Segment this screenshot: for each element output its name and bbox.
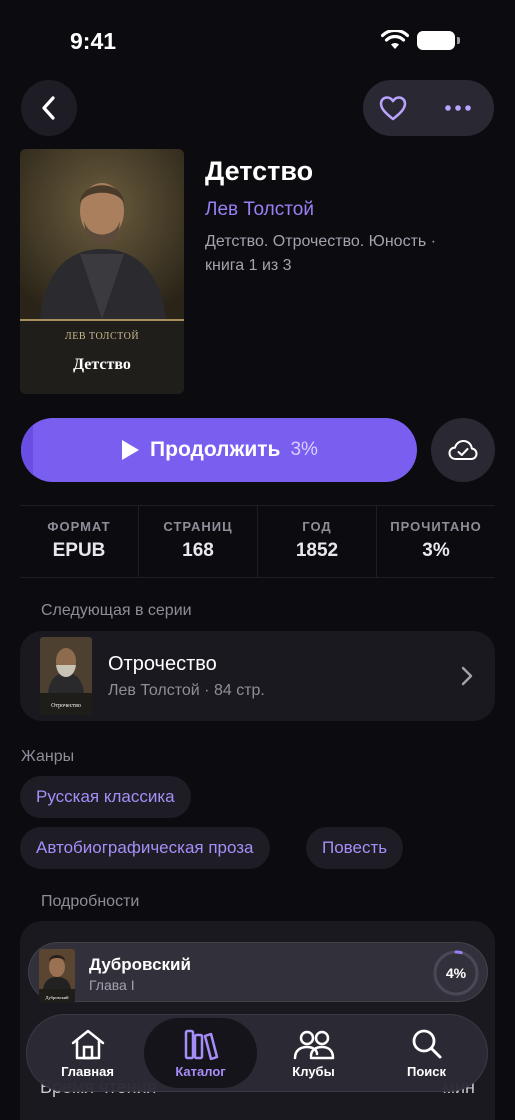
next-in-series-card[interactable]: Отрочество Отрочество Лев Толстой · 84 с… bbox=[20, 631, 495, 721]
tab-catalog[interactable]: Каталог bbox=[144, 1018, 257, 1088]
tab-search[interactable]: Поиск bbox=[370, 1018, 483, 1088]
play-icon bbox=[122, 440, 140, 460]
stat-read: ПРОЧИТАНО 3% bbox=[377, 506, 495, 577]
book-stats: ФОРМАТ EPUB СТРАНИЦ 168 ГОД 1852 ПРОЧИТА… bbox=[20, 505, 495, 578]
next-book-title: Отрочество bbox=[108, 653, 217, 675]
favorite-button[interactable] bbox=[363, 80, 423, 136]
mini-thumb-title: Дубровский bbox=[45, 995, 69, 1000]
next-in-series-heading: Следующая в серии bbox=[41, 602, 192, 619]
mini-player-cover-image: Дубровский bbox=[39, 949, 75, 1003]
cover-author: ЛЕВ ТОЛСТОЙ bbox=[64, 331, 140, 342]
continue-label: Продолжить bbox=[150, 438, 281, 461]
genre-chip[interactable]: Русская классика bbox=[20, 776, 191, 818]
cover-title: Детство bbox=[73, 356, 131, 373]
continue-progress-fill bbox=[21, 418, 33, 482]
stat-label: ФОРМАТ bbox=[47, 519, 111, 534]
genre-chip[interactable]: Автобиографическая проза bbox=[20, 827, 270, 869]
back-button[interactable] bbox=[21, 80, 77, 136]
series-line-2: книга 1 из 3 bbox=[205, 257, 292, 274]
book-title: Детство bbox=[205, 156, 314, 186]
stat-label: СТРАНИЦ bbox=[163, 519, 233, 534]
next-book-thumbnail: Отрочество bbox=[40, 637, 92, 715]
details-heading: Подробности bbox=[41, 893, 140, 910]
home-icon bbox=[71, 1029, 104, 1059]
tab-label: Каталог bbox=[175, 1063, 226, 1079]
mini-player-chapter: Глава I bbox=[89, 977, 135, 993]
next-thumb-title: Отрочество bbox=[51, 703, 81, 709]
mini-player-title: Дубровский bbox=[89, 955, 191, 974]
next-book-cover-image: Отрочество bbox=[40, 637, 92, 715]
stat-pages: СТРАНИЦ 168 bbox=[139, 506, 258, 577]
genres-heading: Жанры bbox=[21, 748, 75, 765]
battery-icon bbox=[417, 31, 460, 50]
series-line-1: Детство. Отрочество. Юность · bbox=[205, 233, 437, 250]
stat-value: 168 bbox=[182, 540, 214, 561]
stat-label: ГОД bbox=[302, 519, 332, 534]
mini-player-thumbnail: Дубровский bbox=[39, 949, 75, 1003]
book-author-link[interactable]: Лев Толстой bbox=[205, 199, 314, 221]
tab-label: Поиск bbox=[406, 1063, 446, 1079]
heart-icon bbox=[379, 96, 407, 121]
status-time: 9:41 bbox=[70, 28, 117, 54]
books-icon bbox=[184, 1029, 218, 1060]
stat-format: ФОРМАТ EPUB bbox=[20, 506, 139, 577]
genre-chip[interactable]: Повесть bbox=[306, 827, 404, 869]
tab-bar: Главная Каталог Клубы Поиск bbox=[26, 1014, 488, 1092]
people-icon bbox=[293, 1030, 334, 1059]
book-cover: ЛЕВ ТОЛСТОЙ Детство bbox=[20, 149, 184, 394]
cloud-check-icon bbox=[448, 440, 478, 460]
cover-caption: ЛЕВ ТОЛСТОЙ Детство bbox=[20, 319, 184, 394]
chevron-right-icon bbox=[461, 666, 473, 686]
tab-clubs[interactable]: Клубы bbox=[257, 1018, 370, 1088]
stat-value: 3% bbox=[422, 540, 450, 561]
stat-label: ПРОЧИТАНО bbox=[390, 519, 482, 534]
download-button[interactable] bbox=[431, 418, 495, 482]
book-series: Детство. Отрочество. Юность · книга 1 из… bbox=[205, 230, 495, 278]
stat-value: EPUB bbox=[52, 540, 106, 561]
mini-player-percent: 4% bbox=[445, 965, 467, 981]
search-icon bbox=[412, 1029, 441, 1058]
stat-year: ГОД 1852 bbox=[258, 506, 377, 577]
actions-pill bbox=[363, 80, 494, 136]
cover-portrait-image bbox=[20, 149, 184, 319]
mini-player[interactable]: Дубровский Дубровский Глава I 4% bbox=[28, 942, 488, 1003]
more-dots-icon bbox=[445, 105, 471, 111]
status-bar: 9:41 bbox=[0, 0, 515, 80]
next-book-meta: Лев Толстой · 84 стр. bbox=[108, 682, 265, 699]
stat-value: 1852 bbox=[295, 540, 339, 561]
continue-reading-button[interactable]: Продолжить 3% bbox=[21, 418, 417, 482]
tab-label: Клубы bbox=[292, 1063, 335, 1079]
chevron-left-icon bbox=[42, 96, 55, 120]
continue-percent: 3% bbox=[290, 439, 318, 460]
wifi-icon bbox=[381, 30, 409, 49]
tab-label: Главная bbox=[61, 1063, 114, 1079]
tab-home[interactable]: Главная bbox=[31, 1018, 144, 1088]
more-button[interactable] bbox=[423, 80, 493, 136]
